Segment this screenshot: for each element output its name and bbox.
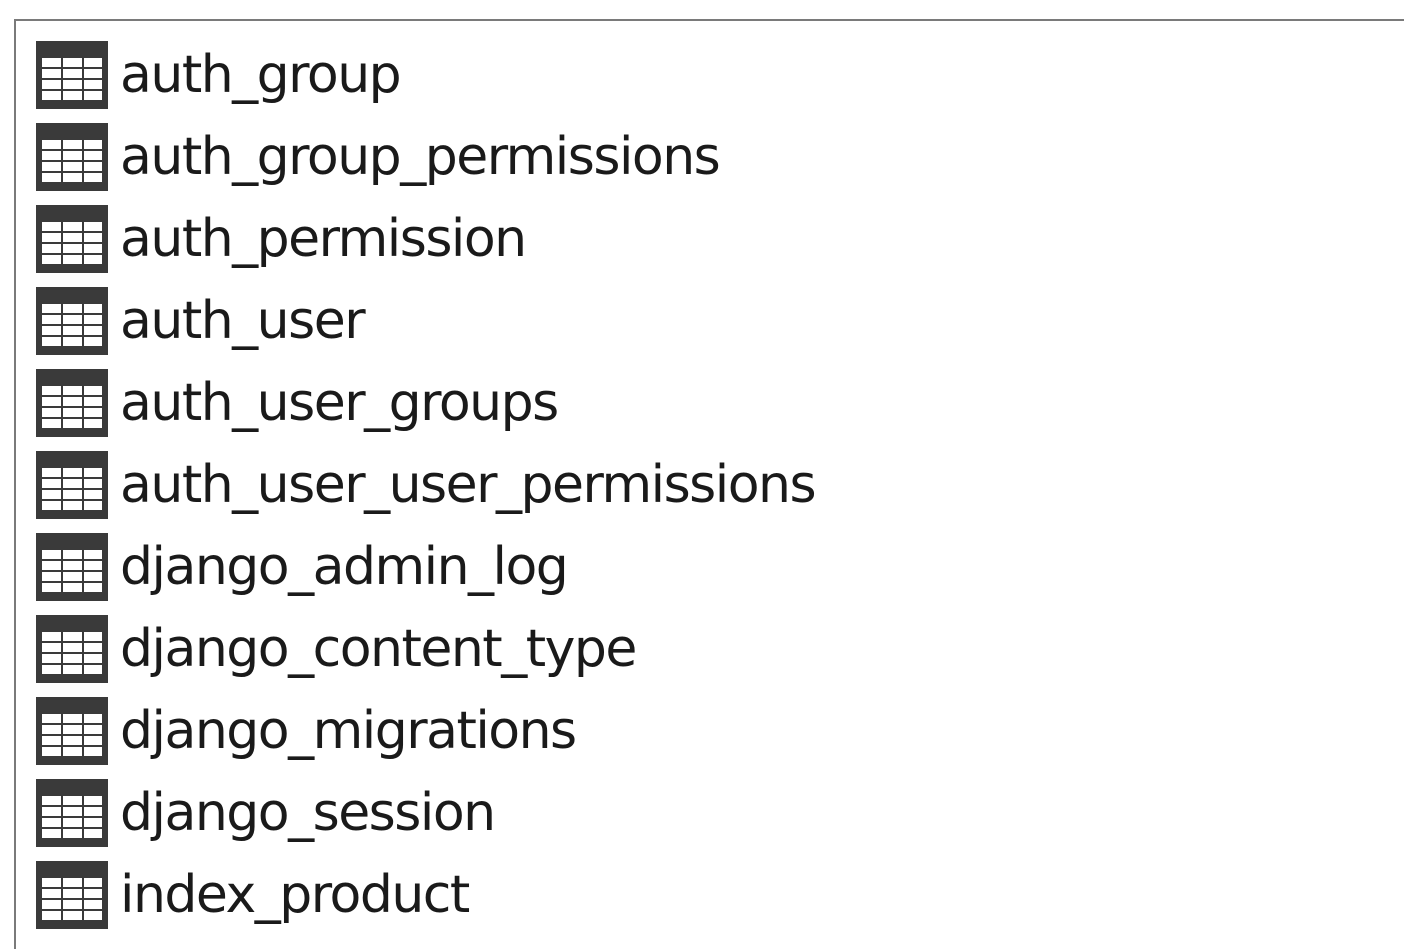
table-icon bbox=[36, 451, 108, 519]
table-icon bbox=[36, 697, 108, 765]
table-list-panel: auth_group auth_group_permissions auth_p… bbox=[14, 19, 1404, 949]
table-item[interactable]: auth_user bbox=[36, 280, 815, 362]
table-item-label: auth_user bbox=[120, 291, 366, 351]
table-icon bbox=[36, 287, 108, 355]
table-icon bbox=[36, 369, 108, 437]
table-item-label: auth_group_permissions bbox=[120, 127, 721, 187]
table-icon bbox=[36, 615, 108, 683]
table-item[interactable]: auth_group_permissions bbox=[36, 116, 815, 198]
table-item[interactable]: index_product bbox=[36, 854, 815, 936]
table-item[interactable]: django_session bbox=[36, 772, 815, 854]
table-item-label: auth_user_user_permissions bbox=[120, 455, 817, 515]
table-icon bbox=[36, 41, 108, 109]
table-icon bbox=[36, 205, 108, 273]
table-item-label: auth_permission bbox=[120, 209, 527, 269]
table-item[interactable]: auth_group bbox=[36, 34, 815, 116]
table-icon bbox=[36, 533, 108, 601]
table-item[interactable]: django_migrations bbox=[36, 690, 815, 772]
table-icon bbox=[36, 123, 108, 191]
table-list: auth_group auth_group_permissions auth_p… bbox=[36, 34, 817, 936]
table-item[interactable]: django_admin_log bbox=[36, 526, 815, 608]
table-icon bbox=[36, 861, 108, 929]
table-item-label: django_content_type bbox=[120, 619, 637, 679]
table-icon bbox=[36, 779, 108, 847]
table-item-label: index_product bbox=[120, 865, 470, 925]
table-item[interactable]: auth_user_user_permissions bbox=[36, 444, 817, 526]
table-item-label: django_migrations bbox=[120, 701, 577, 761]
table-item-label: auth_group bbox=[120, 45, 402, 105]
table-item[interactable]: django_content_type bbox=[36, 608, 815, 690]
table-item-label: auth_user_groups bbox=[120, 373, 559, 433]
table-item-label: django_admin_log bbox=[120, 537, 569, 597]
table-item-label: django_session bbox=[120, 783, 496, 843]
table-item[interactable]: auth_user_groups bbox=[36, 362, 815, 444]
table-item[interactable]: auth_permission bbox=[36, 198, 815, 280]
